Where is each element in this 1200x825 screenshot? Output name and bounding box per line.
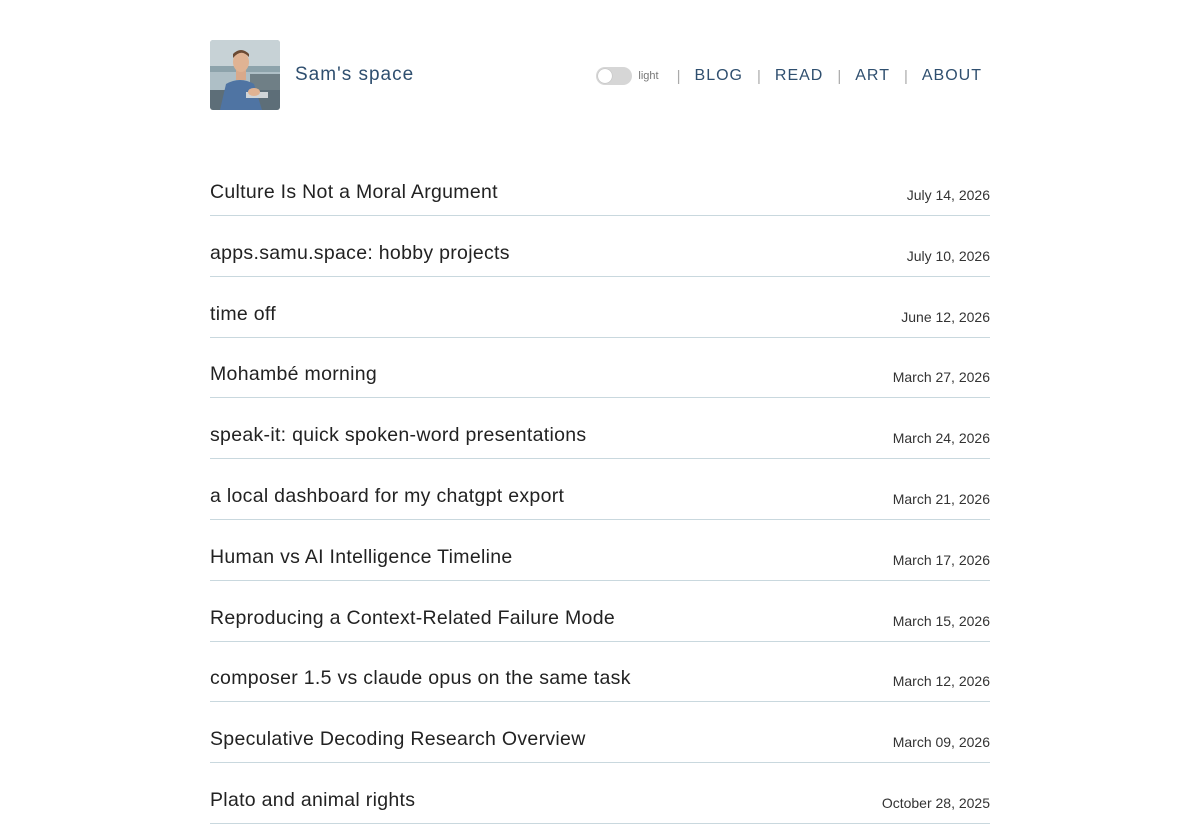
main-nav: light | BLOG | READ | ART | ABOUT bbox=[596, 65, 982, 85]
brand: Sam's space bbox=[210, 40, 414, 110]
post-date: March 27, 2026 bbox=[892, 369, 990, 386]
toggle-switch[interactable] bbox=[596, 67, 633, 85]
nav-link-read[interactable]: READ bbox=[775, 67, 823, 85]
avatar[interactable] bbox=[210, 40, 280, 110]
post-title-link[interactable]: speak-it: quick spoken-word presentation… bbox=[210, 424, 587, 447]
post-title-link[interactable]: Reproducing a Context-Related Failure Mo… bbox=[210, 607, 615, 630]
site-header: Sam's space light | BLOG | READ | ART | … bbox=[210, 40, 990, 110]
post-title-link[interactable]: composer 1.5 vs claude opus on the same … bbox=[210, 667, 631, 690]
post-title-link[interactable]: Mohambé morning bbox=[210, 363, 377, 386]
post-row: a local dashboard for my chatgpt export … bbox=[210, 460, 990, 520]
post-row: Plato and animal rights October 28, 2025 bbox=[210, 764, 990, 824]
nav-separator: | bbox=[837, 67, 842, 85]
post-row: Speculative Decoding Research Overview M… bbox=[210, 703, 990, 764]
nav-link-about[interactable]: ABOUT bbox=[922, 67, 982, 85]
site-title-link[interactable]: Sam's space bbox=[295, 64, 414, 86]
post-date: July 10, 2026 bbox=[906, 247, 990, 264]
post-row: Human vs AI Intelligence Timeline March … bbox=[210, 521, 990, 581]
nav-link-blog[interactable]: BLOG bbox=[695, 67, 743, 85]
post-row: time off June 12, 2026 bbox=[210, 278, 990, 338]
post-row: apps.samu.space: hobby projects July 10,… bbox=[210, 217, 990, 277]
post-title-link[interactable]: apps.samu.space: hobby projects bbox=[210, 242, 510, 265]
post-date: March 24, 2026 bbox=[892, 430, 990, 447]
post-title-link[interactable]: Culture Is Not a Moral Argument bbox=[210, 181, 498, 204]
post-title-link[interactable]: Plato and animal rights bbox=[210, 789, 415, 812]
post-date: June 12, 2026 bbox=[901, 308, 990, 325]
post-row: Culture Is Not a Moral Argument July 14,… bbox=[210, 160, 990, 216]
post-row: composer 1.5 vs claude opus on the same … bbox=[210, 642, 990, 703]
post-date: July 14, 2026 bbox=[906, 187, 990, 203]
nav-separator: | bbox=[676, 67, 681, 85]
post-date: March 09, 2026 bbox=[892, 734, 990, 751]
nav-link-art[interactable]: ART bbox=[855, 67, 890, 85]
post-date: March 21, 2026 bbox=[892, 490, 990, 507]
post-date: March 12, 2026 bbox=[892, 673, 990, 690]
post-title-link[interactable]: Human vs AI Intelligence Timeline bbox=[210, 546, 513, 569]
theme-toggle-label: light bbox=[638, 70, 659, 82]
post-row: Mohambé morning March 27, 2026 bbox=[210, 338, 990, 399]
post-title-link[interactable]: a local dashboard for my chatgpt export bbox=[210, 485, 564, 508]
post-title-link[interactable]: Speculative Decoding Research Overview bbox=[210, 728, 586, 751]
post-date: October 28, 2025 bbox=[881, 794, 990, 811]
post-row: Reproducing a Context-Related Failure Mo… bbox=[210, 582, 990, 642]
theme-toggle[interactable]: light bbox=[596, 65, 659, 85]
nav-separator: | bbox=[756, 67, 761, 85]
post-list: Culture Is Not a Moral Argument July 14,… bbox=[210, 160, 990, 824]
post-date: March 17, 2026 bbox=[892, 551, 990, 568]
post-title-link[interactable]: time off bbox=[210, 303, 276, 326]
post-date: March 15, 2026 bbox=[892, 612, 990, 629]
page-container: Sam's space light | BLOG | READ | ART | … bbox=[210, 40, 990, 825]
toggle-knob bbox=[598, 69, 613, 83]
post-row: speak-it: quick spoken-word presentation… bbox=[210, 399, 990, 460]
nav-separator: | bbox=[903, 67, 908, 85]
